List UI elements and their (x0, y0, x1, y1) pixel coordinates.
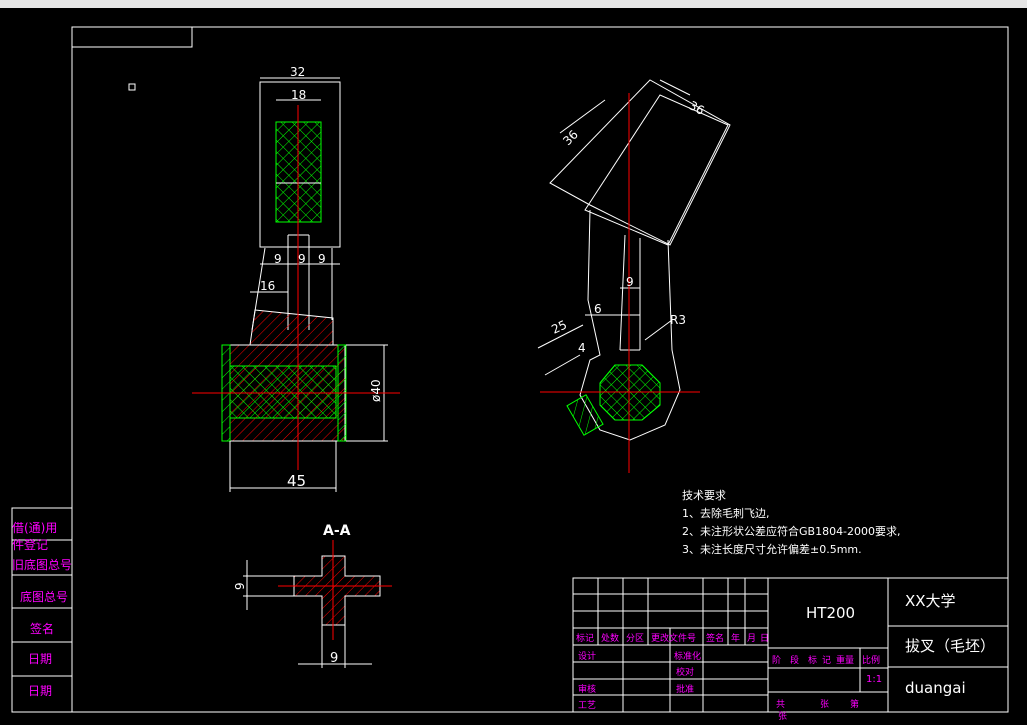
tb-mark-3: 记 (822, 656, 832, 666)
dim-9-side: 9 (626, 275, 634, 289)
tb-h-mark: 标记 (576, 634, 595, 644)
tb-ratio: 比例 (862, 656, 881, 666)
dim-9-a: 9 (274, 252, 282, 266)
tb-page-2: 张 (778, 712, 788, 722)
dim-9-b: 9 (298, 252, 306, 266)
tb-stage: 阶 (772, 656, 782, 666)
small-marker (128, 83, 136, 91)
tb-school: XX大学 (905, 592, 956, 610)
sidebar-label-date-1: 日期 (28, 652, 53, 666)
tb-drawer: duangai (905, 679, 966, 697)
dim-diameter-40: ø40 (369, 379, 383, 402)
sidebar-label-borrow: 借(通)用 (12, 521, 58, 535)
sidebar-label-old-base: 旧底图总号 (12, 558, 73, 572)
tb-h-count: 处数 (601, 634, 620, 644)
corner-box (71, 26, 193, 48)
notes-line-3: 3、未注长度尺寸允许偏差±0.5mm. (682, 543, 862, 556)
tb-h-zone: 分区 (626, 634, 645, 644)
tb-review: 审核 (578, 685, 597, 695)
dim-6: 6 (594, 302, 602, 316)
tb-h-sign: 签名 (706, 634, 725, 644)
tb-weight: 重量 (836, 656, 855, 666)
notes-line-1: 1、去除毛刺飞边, (682, 507, 770, 520)
section-title: A-A (323, 523, 351, 539)
tb-proof: 校对 (676, 668, 695, 678)
section-dim-9-vertical: 9 (233, 582, 247, 590)
dim-r3: R3 (670, 313, 686, 327)
dim-45: 45 (287, 472, 306, 490)
front-view (221, 77, 388, 492)
notes-title: 技术要求 (682, 489, 726, 502)
tb-part-name: 拔叉（毛坯） (905, 637, 996, 655)
tb-scale: 1:1 (866, 674, 883, 685)
tb-material: HT200 (806, 604, 856, 622)
drawing-frame (71, 26, 1009, 713)
tb-mark-2: 标 (808, 656, 818, 666)
tb-standard: 标准化 (674, 652, 702, 662)
tb-sheet: 张 (820, 700, 830, 710)
sidebar-label-base: 底图总号 (20, 590, 69, 604)
tb-h-month: 月 (747, 634, 757, 644)
notes-line-2: 2、未注形状公差应符合GB1804-2000要求, (682, 525, 901, 538)
sidebar-label-sign: 签名 (30, 622, 55, 636)
technical-notes: 技术要求 1、去除毛刺飞边, 2、未注形状公差应符合GB1804-2000要求,… (682, 487, 901, 559)
section-view (243, 555, 381, 668)
tb-design: 设计 (578, 652, 597, 662)
dim-16: 16 (260, 279, 275, 293)
drawing-canvas: 32 18 9 9 9 16 ø40 45 36 36 6 9 25 4 R3 … (11, 26, 1009, 713)
tb-h-doc: 更改文件号 (651, 634, 697, 644)
dim-32: 32 (290, 65, 305, 79)
sidebar-label-date-2: 日期 (28, 684, 53, 698)
tb-segment: 段 (790, 656, 800, 666)
dim-36-right: 36 (687, 98, 707, 118)
dim-18: 18 (291, 88, 306, 102)
tb-page: 第 (850, 700, 860, 710)
section-dim-9-horizontal: 9 (330, 651, 338, 666)
tb-h-year: 年 (731, 634, 741, 644)
dim-9-c: 9 (318, 252, 326, 266)
tb-approve-top: 批准 (676, 685, 695, 695)
tb-h-day: 日 (760, 634, 770, 644)
tb-process: 工艺 (578, 701, 597, 711)
dim-4: 4 (578, 341, 586, 355)
sidebar-label-register: 件登记 (12, 538, 49, 552)
